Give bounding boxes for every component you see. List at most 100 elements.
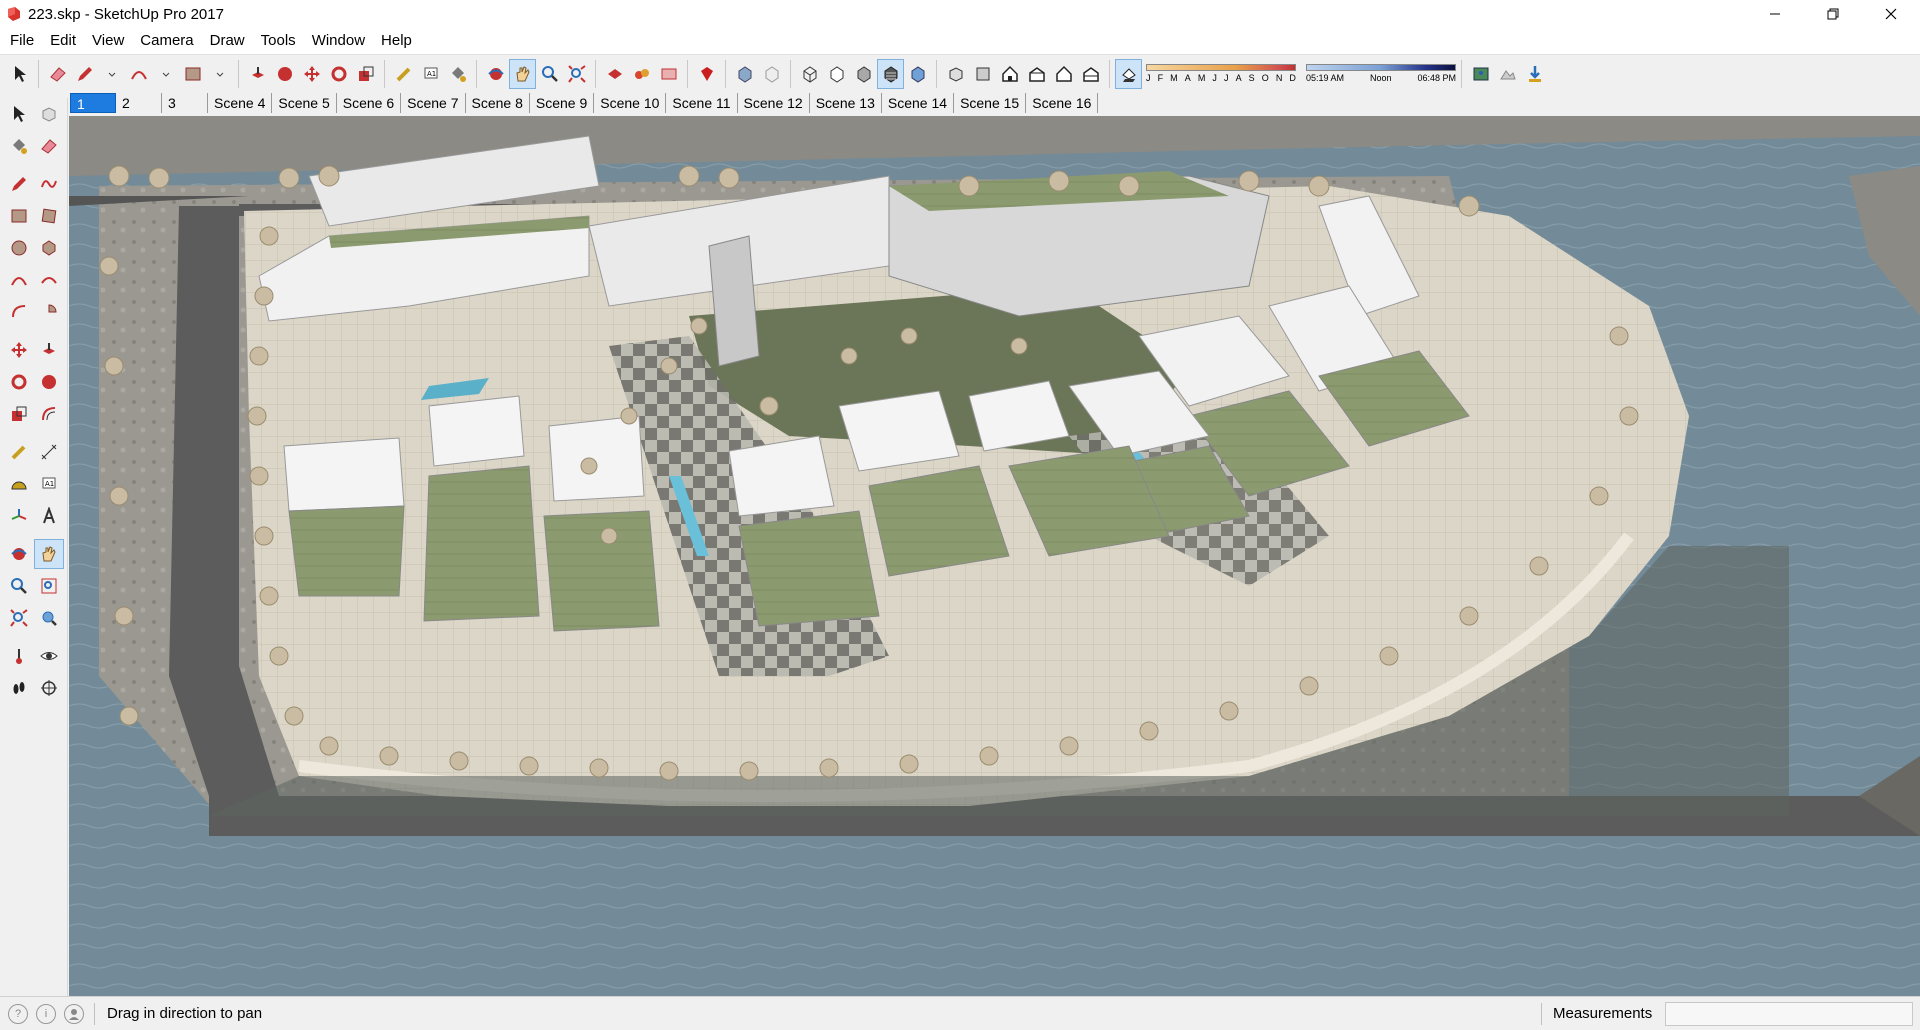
- shape-dropdown-button[interactable]: [206, 59, 233, 89]
- text-tool-button[interactable]: A1: [417, 59, 444, 89]
- two-point-arc-tool[interactable]: [34, 265, 64, 295]
- select-tool[interactable]: [4, 99, 34, 129]
- three-point-arc-tool[interactable]: [4, 297, 34, 327]
- scene-tab-5[interactable]: Scene 5: [272, 93, 337, 113]
- rotate-tool[interactable]: [4, 367, 34, 397]
- rectangle-tool[interactable]: [4, 201, 34, 231]
- freehand-tool[interactable]: [34, 169, 64, 199]
- position-camera-tool[interactable]: [4, 641, 34, 671]
- front-view-button[interactable]: [996, 59, 1023, 89]
- menu-view[interactable]: View: [84, 28, 132, 54]
- right-view-button[interactable]: [1023, 59, 1050, 89]
- time-slider-track[interactable]: [1306, 64, 1456, 71]
- scene-tab-9[interactable]: Scene 9: [530, 93, 595, 113]
- zoom-button[interactable]: [536, 59, 563, 89]
- section-plane-tool[interactable]: [34, 673, 64, 703]
- scene-tab-12[interactable]: Scene 12: [738, 93, 810, 113]
- move-tool-button[interactable]: [298, 59, 325, 89]
- minimize-button[interactable]: [1746, 0, 1804, 28]
- menu-camera[interactable]: Camera: [132, 28, 201, 54]
- pie-tool[interactable]: [34, 297, 64, 327]
- rotate-tool-button[interactable]: [325, 59, 352, 89]
- shadow-date-slider[interactable]: J F M A M J J A S O N D: [1146, 64, 1296, 83]
- shape-tool-button[interactable]: [179, 59, 206, 89]
- close-button[interactable]: [1862, 0, 1920, 28]
- zoom-extents-tool[interactable]: [4, 603, 34, 633]
- line-dropdown-button[interactable]: [98, 59, 125, 89]
- arc-tool-button[interactable]: [125, 59, 152, 89]
- xray-style-button[interactable]: [731, 59, 758, 89]
- push-pull-button[interactable]: [244, 59, 271, 89]
- extension-manager-button[interactable]: [693, 59, 720, 89]
- 3d-text-tool[interactable]: [34, 501, 64, 531]
- menu-help[interactable]: Help: [373, 28, 420, 54]
- menu-draw[interactable]: Draw: [202, 28, 253, 54]
- menu-edit[interactable]: Edit: [42, 28, 84, 54]
- monochrome-button[interactable]: [904, 59, 931, 89]
- move-tool[interactable]: [4, 335, 34, 365]
- protractor-tool[interactable]: [4, 469, 34, 499]
- top-view-button[interactable]: [969, 59, 996, 89]
- extension-warehouse-button[interactable]: [628, 59, 655, 89]
- follow-me-button[interactable]: [271, 59, 298, 89]
- line-tool[interactable]: [4, 169, 34, 199]
- rotated-rectangle-tool[interactable]: [34, 201, 64, 231]
- tape-measure-button[interactable]: [390, 59, 417, 89]
- dimension-tool[interactable]: [34, 437, 64, 467]
- scene-tab-16[interactable]: Scene 16: [1026, 93, 1099, 113]
- orbit-tool[interactable]: [4, 539, 34, 569]
- scene-tab-8[interactable]: Scene 8: [466, 93, 530, 113]
- iso-view-button[interactable]: [942, 59, 969, 89]
- zoom-window-tool[interactable]: [34, 571, 64, 601]
- add-location-button[interactable]: [1467, 59, 1494, 89]
- arc-tool[interactable]: [4, 265, 34, 295]
- scene-tab-10[interactable]: Scene 10: [594, 93, 667, 113]
- back-view-button[interactable]: [1050, 59, 1077, 89]
- restore-button[interactable]: [1804, 0, 1862, 28]
- circle-tool[interactable]: [4, 233, 34, 263]
- shaded-textures-button[interactable]: [877, 58, 904, 89]
- warehouse-button[interactable]: [601, 59, 628, 89]
- polygon-tool[interactable]: [34, 233, 64, 263]
- previous-view-tool[interactable]: [34, 603, 64, 633]
- scene-tab-1[interactable]: 1: [70, 93, 116, 113]
- measurements-input[interactable]: [1665, 1001, 1913, 1026]
- axes-tool[interactable]: [4, 501, 34, 531]
- offset-tool[interactable]: [34, 399, 64, 429]
- pan-tool[interactable]: [34, 539, 64, 569]
- geo-location-icon[interactable]: ?: [8, 1003, 28, 1024]
- scene-tab-6[interactable]: Scene 6: [337, 93, 402, 113]
- scene-tab-14[interactable]: Scene 14: [882, 93, 955, 113]
- pan-button[interactable]: [509, 58, 536, 89]
- tape-measure-tool[interactable]: [4, 437, 34, 467]
- eraser-tool-button[interactable]: [44, 59, 71, 89]
- scale-tool-button[interactable]: [352, 59, 379, 89]
- menu-window[interactable]: Window: [304, 28, 373, 54]
- text-tool[interactable]: A1: [34, 469, 64, 499]
- menu-file[interactable]: File: [2, 28, 42, 54]
- scale-tool[interactable]: [4, 399, 34, 429]
- scene-tab-13[interactable]: Scene 13: [810, 93, 882, 113]
- back-edges-button[interactable]: [758, 59, 785, 89]
- zoom-tool[interactable]: [4, 571, 34, 601]
- photo-textures-button[interactable]: [1521, 59, 1548, 89]
- push-pull-tool[interactable]: [34, 335, 64, 365]
- arc-dropdown-button[interactable]: [152, 59, 179, 89]
- left-view-button[interactable]: [1077, 59, 1104, 89]
- shadows-toggle-button[interactable]: [1115, 58, 1142, 89]
- scene-tab-3[interactable]: 3: [162, 93, 208, 113]
- hidden-line-button[interactable]: [823, 59, 850, 89]
- share-model-button[interactable]: [655, 59, 682, 89]
- scene-tab-4[interactable]: Scene 4: [208, 93, 273, 113]
- user-account-icon[interactable]: [64, 1003, 84, 1024]
- credits-icon[interactable]: i: [36, 1003, 56, 1024]
- pencil-tool-button[interactable]: [71, 59, 98, 89]
- shaded-button[interactable]: [850, 59, 877, 89]
- wireframe-button[interactable]: [796, 59, 823, 89]
- scene-tab-11[interactable]: Scene 11: [666, 93, 738, 113]
- zoom-extents-button[interactable]: [563, 59, 590, 89]
- eraser-tool[interactable]: [34, 131, 64, 161]
- shadow-time-slider[interactable]: 05:19 AM Noon 06:48 PM: [1306, 64, 1456, 83]
- paint-bucket-tool[interactable]: [4, 131, 34, 161]
- select-tool-button[interactable]: [6, 59, 33, 89]
